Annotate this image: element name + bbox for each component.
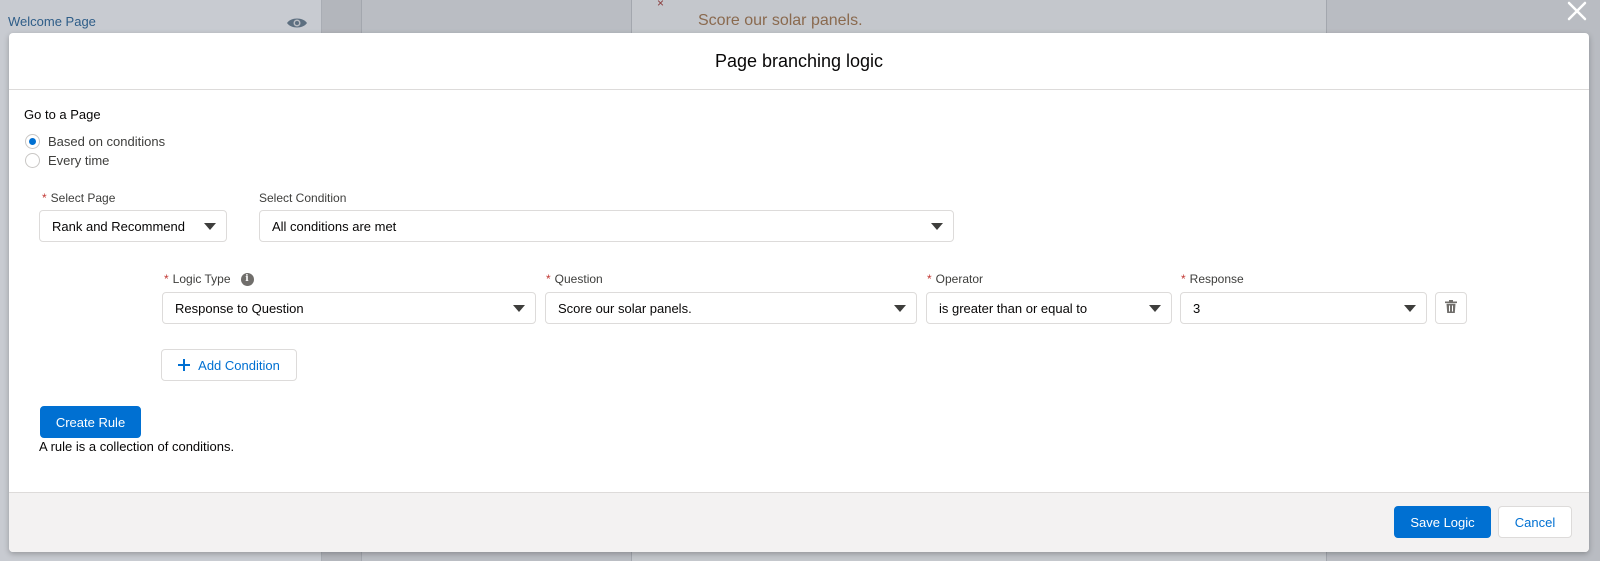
branching-logic-modal: Page branching logic Go to a Page Based … xyxy=(9,33,1589,552)
required-marker: * xyxy=(1181,272,1186,286)
required-marker: * xyxy=(164,272,169,286)
rule-help-text: A rule is a collection of conditions. xyxy=(39,439,235,454)
response-label: * Response xyxy=(1181,272,1244,286)
create-rule-label: Create Rule xyxy=(55,414,126,430)
add-condition-button[interactable]: Add Condition xyxy=(161,349,297,381)
select-page-value: Rank and Recommend xyxy=(52,218,185,234)
required-marker: * xyxy=(546,272,551,286)
modal-header: Page branching logic xyxy=(9,33,1589,90)
logic-type-dropdown[interactable]: Response to Question xyxy=(162,292,536,324)
background-nav-link: Welcome Page xyxy=(8,14,96,29)
logic-type-value: Response to Question xyxy=(175,300,304,316)
select-condition-dropdown[interactable]: All conditions are met xyxy=(259,210,954,242)
save-logic-label: Save Logic xyxy=(1410,514,1475,530)
chevron-down-icon xyxy=(1404,305,1416,312)
cancel-label: Cancel xyxy=(1514,514,1556,530)
operator-label-text: Operator xyxy=(935,272,984,286)
eye-icon xyxy=(286,16,308,33)
required-marker: * xyxy=(42,191,47,205)
save-logic-button[interactable]: Save Logic xyxy=(1394,506,1491,538)
plus-icon xyxy=(178,359,191,371)
select-page-label: * Select Page xyxy=(42,191,115,205)
operator-value: is greater than or equal to xyxy=(939,300,1088,316)
trash-icon xyxy=(1445,300,1457,316)
radio-based-on-conditions[interactable]: Based on conditions xyxy=(25,134,165,149)
question-label-text: Question xyxy=(554,272,603,286)
required-marker: * xyxy=(927,272,932,286)
modal-body: Go to a Page Based on conditions Every t… xyxy=(9,90,1589,492)
delete-condition-button[interactable] xyxy=(1435,292,1467,324)
select-condition-label: Select Condition xyxy=(259,191,346,205)
question-dropdown[interactable]: Score our solar panels. xyxy=(545,292,917,324)
logic-type-label-text: Logic Type xyxy=(172,272,231,286)
response-value: 3 xyxy=(1193,300,1201,316)
create-rule-button[interactable]: Create Rule xyxy=(40,406,141,438)
select-page-label-text: Select Page xyxy=(50,191,116,205)
logic-type-label: * Logic Type i xyxy=(164,272,254,286)
close-icon[interactable] xyxy=(1566,0,1588,22)
select-condition-label-text: Select Condition xyxy=(259,191,347,205)
response-label-text: Response xyxy=(1189,272,1244,286)
operator-label: * Operator xyxy=(927,272,983,286)
go-to-page-label: Go to a Page xyxy=(24,107,101,122)
select-condition-value: All conditions are met xyxy=(272,218,397,234)
modal-footer: Save Logic Cancel xyxy=(9,492,1589,552)
modal-title: Page branching logic xyxy=(714,50,884,71)
operator-dropdown[interactable]: is greater than or equal to xyxy=(926,292,1172,324)
question-value: Score our solar panels. xyxy=(558,300,692,316)
chevron-down-icon xyxy=(204,223,216,230)
chevron-down-icon xyxy=(1149,305,1161,312)
radio-label: Based on conditions xyxy=(48,134,166,149)
question-label: * Question xyxy=(546,272,603,286)
response-dropdown[interactable]: 3 xyxy=(1180,292,1427,324)
radio-every-time[interactable]: Every time xyxy=(25,153,109,168)
chevron-down-icon xyxy=(931,223,943,230)
chevron-down-icon xyxy=(894,305,906,312)
radio-label: Every time xyxy=(48,153,110,168)
add-condition-label: Add Condition xyxy=(198,357,280,373)
info-icon[interactable]: i xyxy=(240,272,254,286)
background-question-text: Score our solar panels. xyxy=(698,12,863,29)
chevron-down-icon xyxy=(513,305,525,312)
cancel-button[interactable]: Cancel xyxy=(1498,506,1572,538)
select-page-dropdown[interactable]: Rank and Recommend xyxy=(39,210,227,242)
background-close-icon: × xyxy=(657,0,665,10)
radio-button-unchecked[interactable] xyxy=(25,153,40,168)
radio-button-checked[interactable] xyxy=(25,134,40,149)
